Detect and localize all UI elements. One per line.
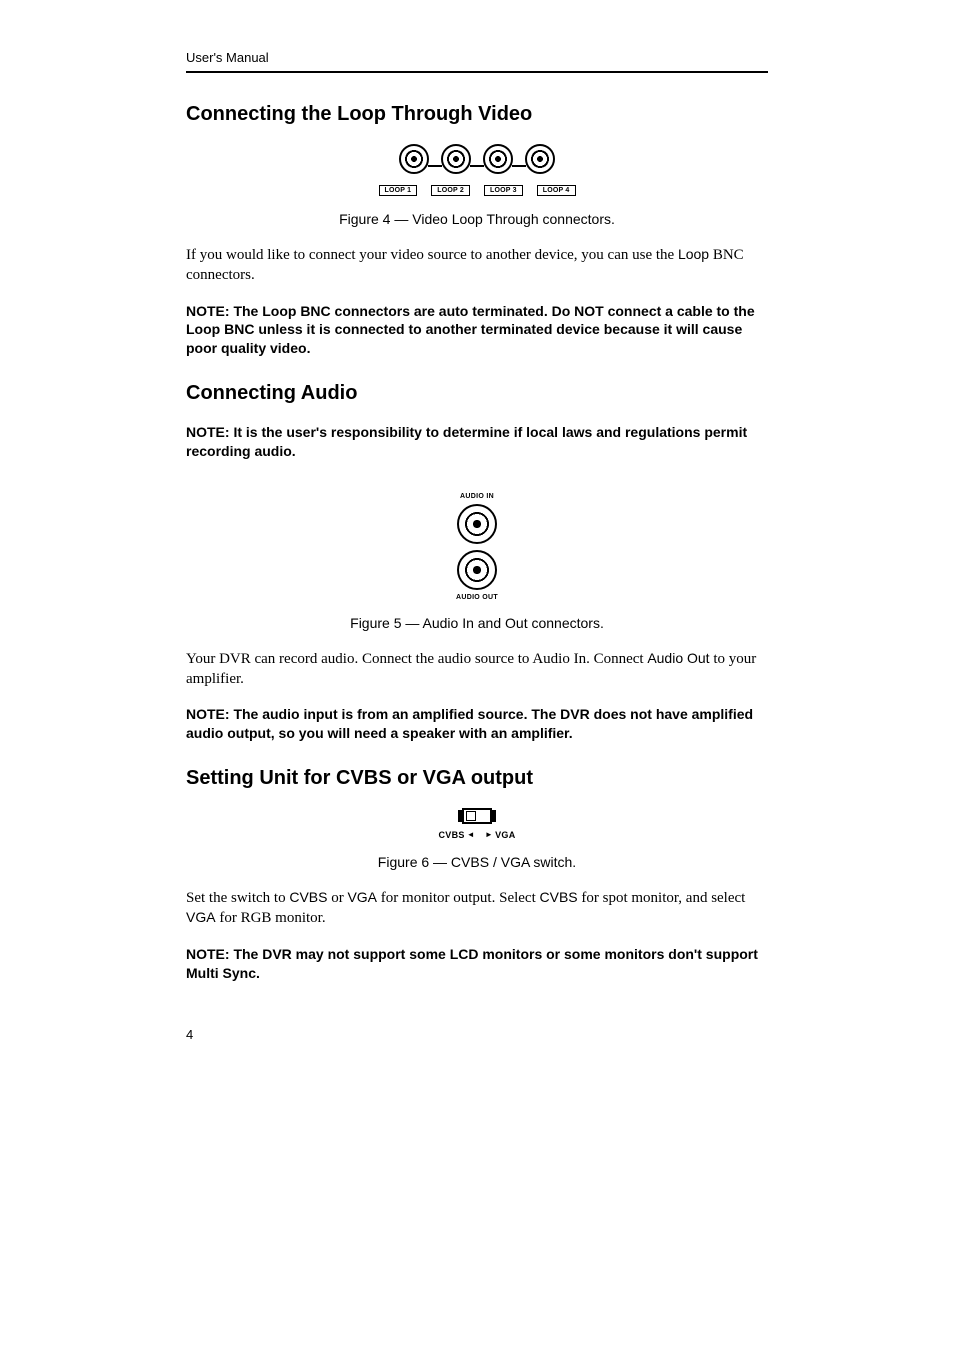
- bnc-label: LOOP 4: [537, 185, 576, 196]
- bnc-label-row: LOOP 1 LOOP 2 LOOP 3 LOOP 4: [379, 185, 576, 196]
- heading-connecting-audio: Connecting Audio: [186, 382, 768, 405]
- bnc-connector-icon: [483, 144, 513, 174]
- connector-link-icon: [512, 165, 526, 167]
- heading-cvbs-vga-output: Setting Unit for CVBS or VGA output: [186, 767, 768, 790]
- paragraph-audio-connect: Your DVR can record audio. Connect the a…: [186, 649, 768, 690]
- text-run: for monitor output. Select: [377, 890, 539, 906]
- audio-out-label: AUDIO OUT: [456, 594, 498, 601]
- bnc-connector-icon: [441, 144, 471, 174]
- bnc-connector-row: [399, 144, 555, 174]
- text-run: or: [327, 890, 347, 906]
- text-run: Set the switch to: [186, 890, 289, 906]
- page-number: 4: [186, 1027, 768, 1042]
- note-monitor-support: NOTE: The DVR may not support some LCD m…: [186, 945, 768, 983]
- bnc-connector-icon: [525, 144, 555, 174]
- text-run: for RGB monitor.: [216, 910, 326, 926]
- bnc-label: LOOP 2: [431, 185, 470, 196]
- rca-connector-icon: [457, 504, 497, 544]
- switch-label-cvbs: CVBS: [438, 830, 464, 840]
- note-audio-laws: NOTE: It is the user's responsibility to…: [186, 423, 768, 461]
- triangle-left-icon: ◄: [467, 831, 475, 839]
- figure-cvbs-vga-switch: CVBS ◄ ► VGA Figure 6 — CVBS / VGA switc…: [186, 808, 768, 870]
- note-audio-amplifier: NOTE: The audio input is from an amplifi…: [186, 705, 768, 743]
- audio-in-label: AUDIO IN: [460, 493, 494, 500]
- heading-loop-video: Connecting the Loop Through Video: [186, 103, 768, 126]
- slide-switch-icon: [462, 808, 492, 824]
- bnc-connector-icon: [399, 144, 429, 174]
- note-loop-termination: NOTE: The Loop BNC connectors are auto t…: [186, 302, 768, 359]
- figure-caption: Figure 4 — Video Loop Through connectors…: [186, 211, 768, 227]
- paragraph-switch-instructions: Set the switch to CVBS or VGA for monito…: [186, 888, 768, 929]
- connector-link-icon: [470, 165, 484, 167]
- switch-label-vga: VGA: [495, 830, 515, 840]
- connector-link-icon: [428, 165, 442, 167]
- bnc-label: LOOP 3: [484, 185, 523, 196]
- rca-connector-icon: [457, 550, 497, 590]
- text-run-sans: CVBS: [540, 889, 578, 905]
- manual-title: User's Manual: [186, 50, 269, 65]
- switch-label-row: CVBS ◄ ► VGA: [438, 830, 515, 840]
- text-run-sans: Loop: [678, 246, 709, 262]
- bnc-label: LOOP 1: [379, 185, 418, 196]
- text-run-sans: CVBS: [289, 889, 327, 905]
- text-run: for spot monitor, and select: [578, 890, 746, 906]
- text-run: If you would like to connect your video …: [186, 247, 678, 263]
- triangle-right-icon: ►: [485, 831, 493, 839]
- figure-audio-connectors: AUDIO IN AUDIO OUT Figure 5 — Audio In a…: [186, 485, 768, 631]
- text-run: Your DVR can record audio. Connect the a…: [186, 651, 647, 667]
- page-header: User's Manual: [186, 50, 768, 73]
- text-run-sans: VGA: [186, 909, 216, 925]
- switch-knob-icon: [466, 811, 476, 821]
- figure-loop-connectors: LOOP 1 LOOP 2 LOOP 3 LOOP 4 Figure 4 — V…: [186, 144, 768, 227]
- text-run-sans: VGA: [347, 889, 377, 905]
- figure-caption: Figure 6 — CVBS / VGA switch.: [186, 854, 768, 870]
- figure-caption: Figure 5 — Audio In and Out connectors.: [186, 615, 768, 631]
- paragraph-loop-usage: If you would like to connect your video …: [186, 245, 768, 286]
- text-run-sans: Audio Out: [647, 650, 709, 666]
